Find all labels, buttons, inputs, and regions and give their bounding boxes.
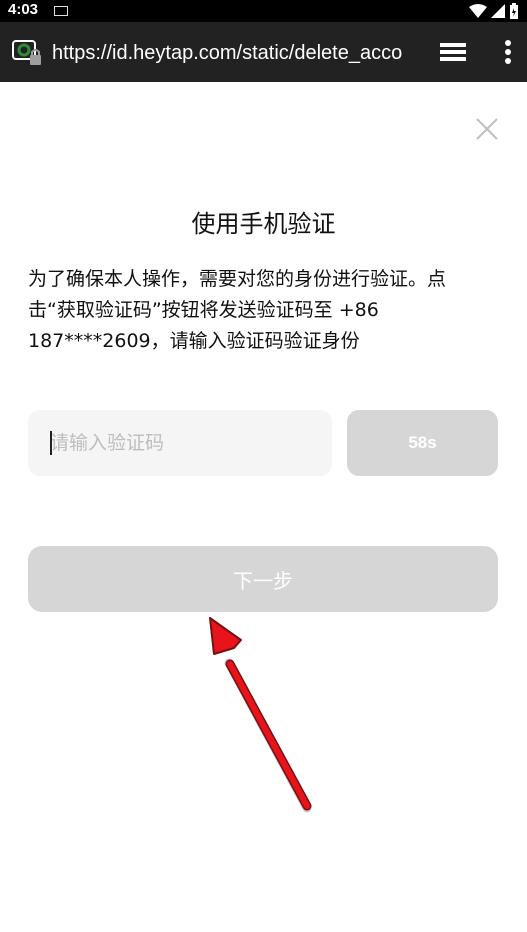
wifi-icon — [469, 4, 487, 18]
signal-icon — [491, 4, 505, 18]
verification-code-input[interactable] — [28, 410, 332, 476]
verification-description: 为了确保本人操作，需要对您的身份进行验证。点 击“获取验证码”按钮将发送验证码至… — [28, 264, 500, 357]
status-icons — [469, 3, 519, 19]
browser-toolbar: https://id.heytap.com/static/delete_acco — [0, 22, 527, 82]
description-line: 187****2609，请输入验证码验证身份 — [28, 330, 360, 352]
description-line: 为了确保本人操作，需要对您的身份进行验证。点 — [28, 268, 447, 290]
keyboard-icon — [54, 6, 68, 16]
close-icon[interactable] — [474, 116, 500, 142]
overflow-menu-icon[interactable] — [504, 39, 512, 65]
url-field[interactable]: https://id.heytap.com/static/delete_acco — [52, 39, 416, 67]
secure-site-icon[interactable] — [12, 40, 42, 66]
next-step-button[interactable]: 下一步 — [28, 546, 498, 612]
description-line: 击“获取验证码”按钮将发送验证码至 +86 — [28, 299, 379, 321]
status-time: 4:03 — [8, 1, 39, 18]
battery-icon — [510, 3, 518, 19]
resend-countdown-button[interactable]: 58s — [347, 410, 498, 476]
code-input-container — [28, 410, 332, 476]
status-bar: 4:03 — [0, 0, 527, 22]
text-cursor — [50, 431, 52, 455]
page-title: 使用手机验证 — [191, 210, 336, 238]
tabs-icon[interactable] — [440, 41, 466, 63]
